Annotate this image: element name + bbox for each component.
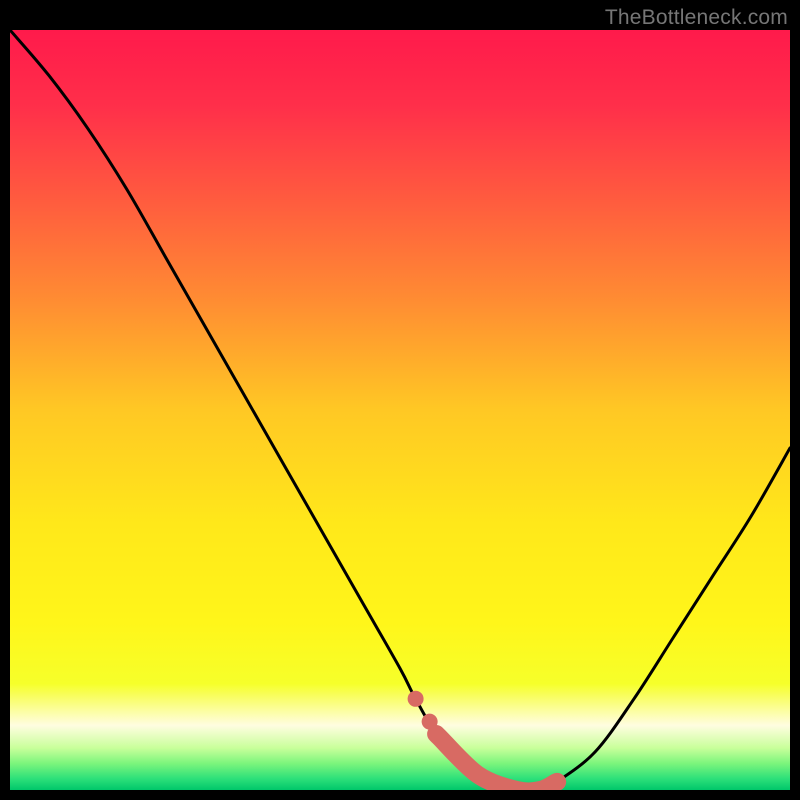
- bottleneck-chart: [10, 30, 790, 790]
- sweet-spot-dot-2: [422, 714, 438, 730]
- sweet-spot-dot-1: [408, 691, 424, 707]
- chart-background: [10, 30, 790, 790]
- attribution-label: TheBottleneck.com: [605, 6, 788, 30]
- chart-frame: [10, 30, 790, 790]
